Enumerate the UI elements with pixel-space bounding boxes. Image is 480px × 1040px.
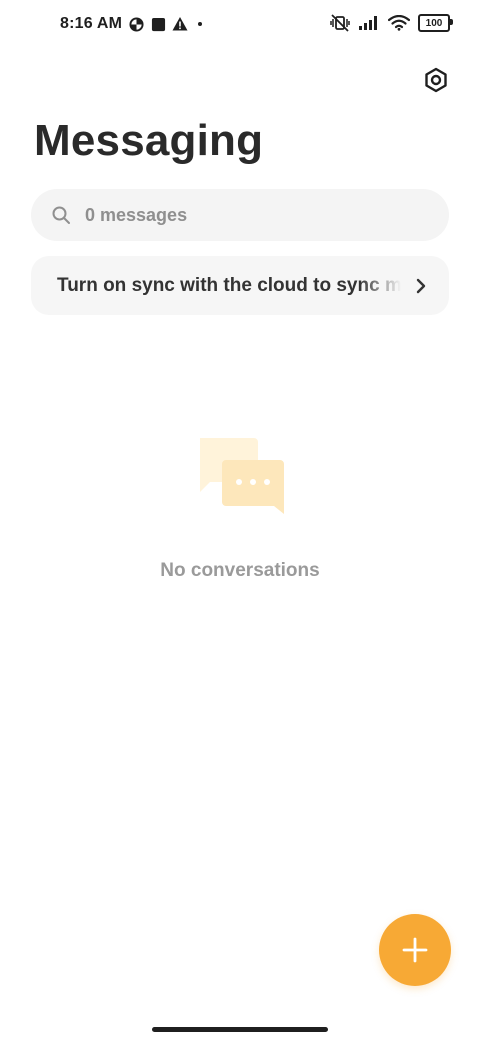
page-title: Messaging: [34, 116, 264, 165]
status-left: 8:16 AM: [60, 15, 206, 33]
search-icon: [52, 206, 70, 224]
search-bar[interactable]: [31, 189, 449, 241]
settings-hexagon-icon: [425, 67, 447, 93]
signal-icon: [358, 15, 380, 31]
chevron-right-icon: [416, 278, 426, 293]
settings-button[interactable]: [420, 64, 452, 96]
battery-level: 100: [425, 17, 443, 29]
empty-state-text: No conversations: [160, 560, 320, 581]
wifi-icon: [388, 15, 410, 31]
sync-banner-text: Turn on sync with the cloud to sync mess…: [57, 274, 401, 296]
new-conversation-button[interactable]: [379, 914, 451, 986]
sync-banner[interactable]: Turn on sync with the cloud to sync mess…: [31, 256, 449, 315]
home-indicator[interactable]: [152, 1027, 328, 1032]
plus-icon: [402, 937, 428, 963]
dot-icon: [194, 16, 206, 32]
vibrate-off-icon: [330, 14, 350, 32]
status-time: 8:16 AM: [60, 15, 123, 32]
search-input[interactable]: [83, 203, 387, 227]
battery-icon: 100: [418, 14, 453, 32]
warning-icon: [172, 16, 188, 32]
data-saver-icon: [128, 16, 144, 32]
status-bar: 8:16 AM 100: [0, 0, 480, 56]
status-right: 100: [330, 14, 453, 32]
notification-square-icon: [150, 16, 166, 32]
chat-bubbles-icon: [200, 438, 284, 514]
